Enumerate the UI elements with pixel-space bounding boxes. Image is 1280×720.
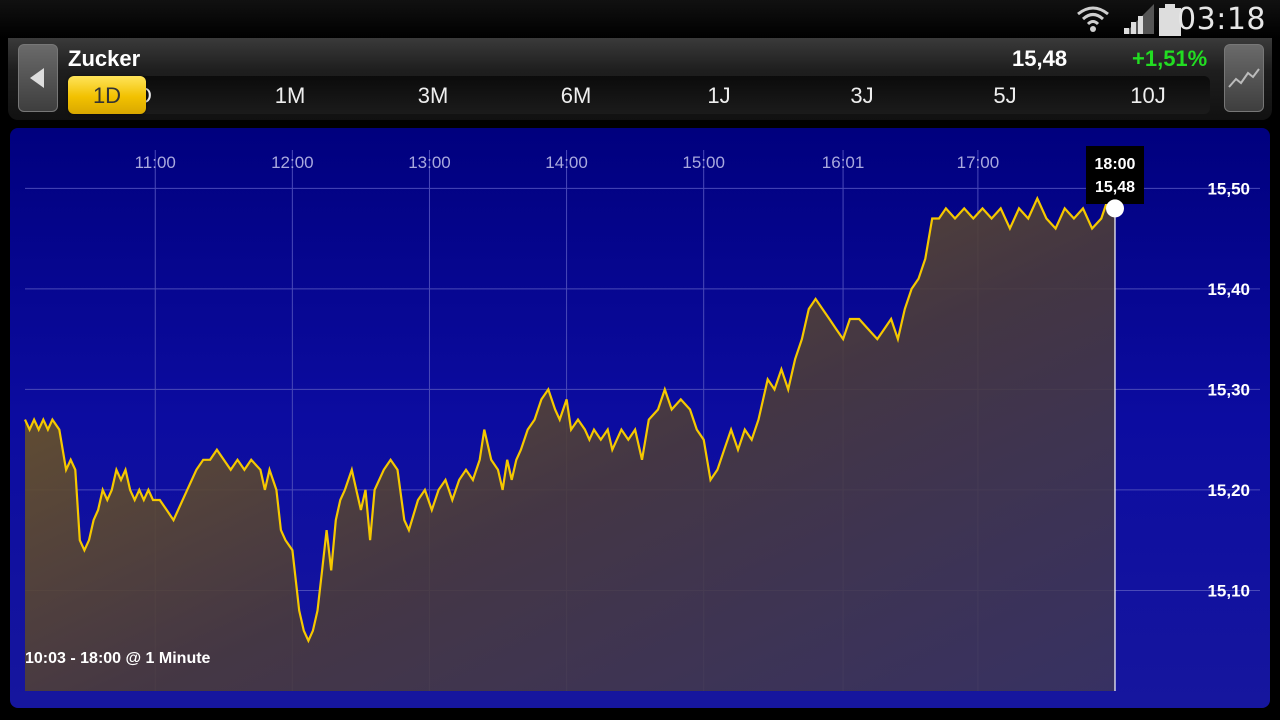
price-chart[interactable]: 11:00 12:00 13:00 14:00 15:00 16:01 17:00 15,5… (10, 128, 1270, 708)
status-bar: 03:18 (0, 0, 1280, 38)
y-axis-labels: 15,50 15,40 15,30 15,20 15,10 (1207, 179, 1250, 600)
y-tick-label: 15,20 (1207, 481, 1250, 500)
x-tick-label: 11:00 (135, 153, 176, 172)
chart-mode-button[interactable] (1224, 44, 1264, 112)
y-tick-label: 15,30 (1207, 380, 1250, 399)
price-area (25, 198, 1115, 691)
tooltip-time: 18:00 (1095, 156, 1136, 173)
x-tick-label: 16:01 (822, 153, 865, 172)
range-label: 10:03 - 18:00 @ 1 Minute (25, 650, 211, 667)
tab-1d[interactable]: 1D (68, 76, 146, 114)
x-tick-label: 12:00 (271, 153, 314, 172)
instrument-title: Zucker (68, 46, 141, 71)
chart-canvas[interactable]: 11:00 12:00 13:00 14:00 15:00 16:01 17:00 15,5… (10, 128, 1270, 708)
tab-6m[interactable]: 6M (536, 76, 616, 114)
x-tick-label: 13:00 (408, 153, 451, 172)
x-tick-label: 14:00 (545, 153, 588, 172)
last-price: 15,48 (1012, 46, 1068, 71)
arrow-left-icon (30, 68, 44, 88)
signal-icon (1124, 4, 1154, 34)
tab-10j[interactable]: 10J (1108, 76, 1188, 114)
y-tick-label: 15,10 (1207, 581, 1250, 600)
x-axis-labels: 11:00 12:00 13:00 14:00 15:00 16:01 17:00 (135, 153, 1000, 172)
price-change: +1,51% (1132, 46, 1208, 71)
header-bar: Zucker 15,48 +1,51% D 1M 3M 6M 1J 3J 5J … (8, 38, 1272, 120)
wifi-icon (1077, 6, 1109, 32)
tab-5j[interactable]: 5J (965, 76, 1045, 114)
tab-3m[interactable]: 3M (393, 76, 473, 114)
back-button[interactable] (18, 44, 58, 112)
x-tick-label: 17:00 (957, 153, 1000, 172)
y-tick-label: 15,50 (1207, 179, 1250, 198)
y-tick-label: 15,40 (1207, 280, 1250, 299)
tooltip-value: 15,48 (1095, 179, 1135, 196)
x-tick-label: 15:00 (682, 153, 725, 172)
period-tabs: D 1M 3M 6M 1J 3J 5J 10J 1D (68, 76, 1210, 114)
tab-3j[interactable]: 3J (822, 76, 902, 114)
line-chart-icon (1228, 68, 1260, 88)
tab-1j[interactable]: 1J (679, 76, 759, 114)
tab-1m[interactable]: 1M (250, 76, 330, 114)
clock: 03:18 (1177, 2, 1266, 37)
cursor-dot[interactable] (1106, 199, 1124, 218)
